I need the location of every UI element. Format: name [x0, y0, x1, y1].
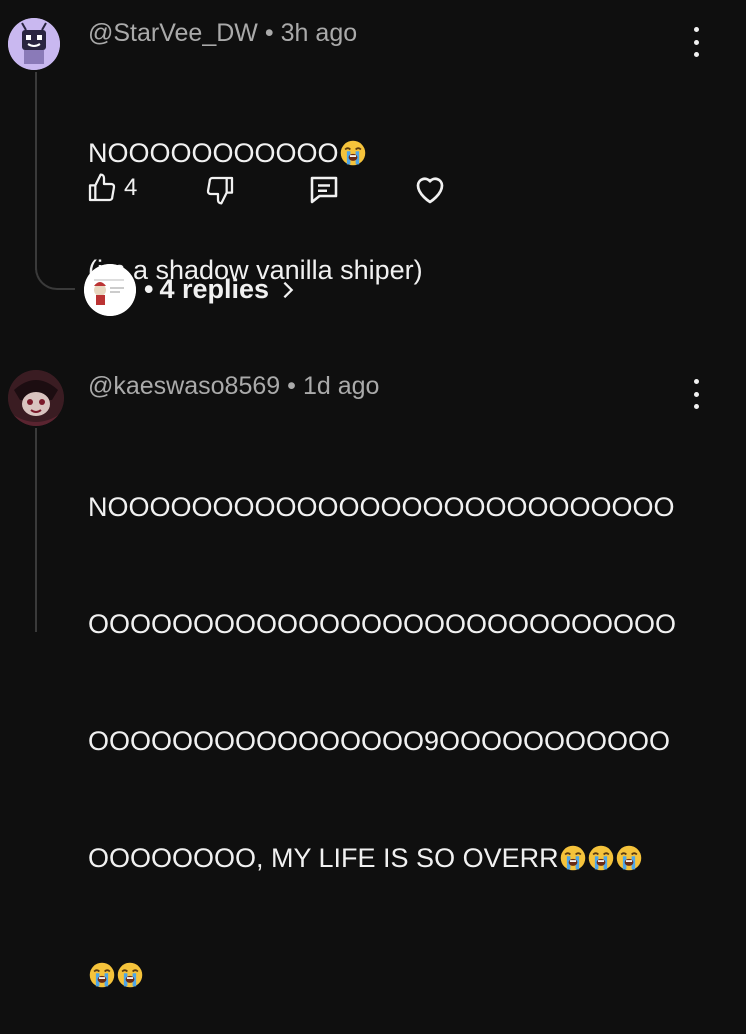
loudly-crying-emoji: [88, 961, 116, 989]
comment-author[interactable]: @StarVee_DW: [88, 19, 258, 47]
comment-line: OOOOOOOOOOOOOOOOOOOOOOOOOOOO: [88, 609, 677, 639]
loudly-crying-emoji: [116, 961, 144, 989]
reply-comment-icon: [310, 176, 338, 204]
thumbs-up-icon: [88, 173, 116, 202]
replies-separator: •: [144, 274, 154, 304]
thread-line: [35, 428, 37, 632]
kebab-menu-icon[interactable]: [690, 379, 702, 409]
replies-count: 4 replies: [159, 274, 270, 304]
meta-separator: •: [287, 372, 296, 400]
loudly-crying-emoji: [587, 844, 615, 872]
comment-meta: @StarVee_DW • 3h ago: [88, 19, 357, 48]
comment-body: NOOOOOOOOOOOOOOOOOOOOOOOOOOO OOOOOOOOOOO…: [88, 410, 676, 1034]
kebab-menu-icon[interactable]: [690, 27, 702, 57]
comment-time: 1d ago: [302, 372, 380, 400]
like-count: 4: [124, 174, 138, 201]
comment-line: NOOOOOOOOOOO: [88, 134, 423, 173]
comment-line: [88, 956, 676, 995]
view-replies-button[interactable]: • 4 replies: [144, 274, 299, 305]
dislike-button[interactable]: [204, 174, 236, 206]
loudly-crying-emoji: [615, 844, 643, 872]
thread-line: [35, 72, 37, 270]
loudly-crying-emoji: [559, 844, 587, 872]
comment-author[interactable]: @kaeswaso8569: [88, 372, 280, 400]
avatar[interactable]: [8, 18, 60, 70]
comment-line: OOOOOOOOOOOOOOOO9OOOOOOOOOOO: [88, 726, 671, 756]
heart-button[interactable]: [411, 172, 449, 208]
comment-meta: @kaeswaso8569 • 1d ago: [88, 372, 379, 401]
loudly-crying-emoji: [339, 139, 367, 167]
comment-time: 3h ago: [280, 19, 358, 47]
reply-button[interactable]: [306, 172, 342, 208]
reply-avatar[interactable]: [84, 264, 136, 316]
heart-icon: [416, 177, 444, 204]
comment-line: OOOOOOOO, MY LIFE IS SO OVERR: [88, 839, 676, 878]
comment-line: NOOOOOOOOOOOOOOOOOOOOOOOOOOO: [88, 492, 675, 522]
thread-curve: [35, 250, 75, 290]
like-button[interactable]: 4: [86, 172, 137, 204]
chevron-right-icon: [283, 281, 294, 298]
thumbs-down-icon: [206, 176, 234, 205]
meta-separator: •: [264, 19, 274, 47]
avatar[interactable]: [8, 370, 64, 426]
